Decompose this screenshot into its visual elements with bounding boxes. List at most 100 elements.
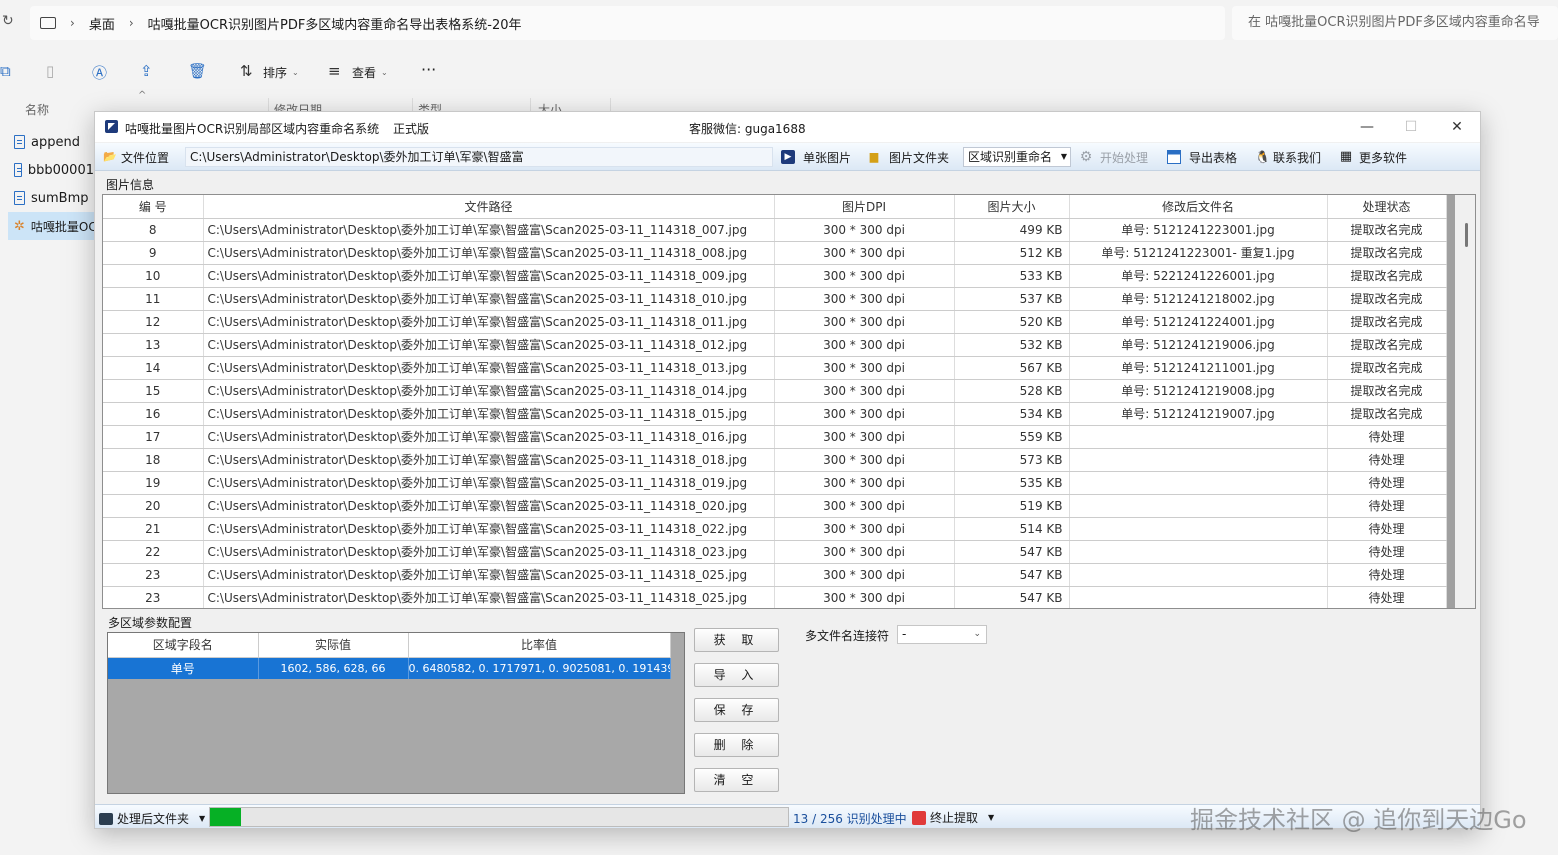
- file-size-cell[interactable]: 499 KB: [954, 218, 1070, 242]
- file-size-cell[interactable]: 559 KB: [954, 425, 1070, 449]
- file-size-cell[interactable]: 537 KB: [954, 287, 1070, 311]
- new-name-cell[interactable]: [1069, 517, 1328, 541]
- minimize-button[interactable]: —: [1349, 116, 1385, 138]
- table-row[interactable]: 12 C:\Users\Administrator\Desktop\委外加工订单\…: [103, 310, 1447, 334]
- dpi-cell[interactable]: 300 * 300 dpi: [774, 517, 955, 541]
- status-cell[interactable]: 待处理: [1327, 425, 1447, 449]
- file-size-cell[interactable]: 528 KB: [954, 379, 1070, 403]
- file-path-cell[interactable]: C:\Users\Administrator\Desktop\委外加工订单\军豪…: [203, 517, 775, 541]
- new-name-cell[interactable]: [1069, 540, 1328, 564]
- fetch-button[interactable]: 获 取: [694, 628, 779, 652]
- new-name-cell[interactable]: 单号: 5121241223001.jpg: [1069, 218, 1328, 242]
- dpi-cell[interactable]: 300 * 300 dpi: [774, 218, 955, 242]
- breadcrumb-desktop[interactable]: 桌面: [89, 14, 115, 33]
- file-path-cell[interactable]: C:\Users\Administrator\Desktop\委外加工订单\军豪…: [203, 379, 775, 403]
- status-cell[interactable]: 提取改名完成: [1327, 264, 1447, 288]
- delete-icon[interactable]: 🗑: [188, 62, 207, 80]
- file-size-cell[interactable]: 520 KB: [954, 310, 1070, 334]
- sort-button[interactable]: 排序: [263, 64, 287, 81]
- status-cell[interactable]: 提取改名完成: [1327, 356, 1447, 380]
- table-row[interactable]: 8 C:\Users\Administrator\Desktop\委外加工订单\军…: [103, 218, 1447, 242]
- start-processing-button[interactable]: ⚙ 开始处理: [1079, 148, 1148, 166]
- file-size-cell[interactable]: 519 KB: [954, 494, 1070, 518]
- dpi-cell[interactable]: 300 * 300 dpi: [774, 310, 955, 334]
- path-input[interactable]: C:\Users\Administrator\Desktop\委外加工订单\军豪…: [185, 147, 773, 167]
- table-row[interactable]: 14 C:\Users\Administrator\Desktop\委外加工订单\…: [103, 356, 1447, 380]
- copy-icon[interactable]: ⧉: [0, 62, 11, 80]
- scrollbar-thumb[interactable]: [1465, 223, 1468, 247]
- status-cell[interactable]: 待处理: [1327, 563, 1447, 587]
- output-folder-button[interactable]: 处理后文件夹 ▼: [99, 810, 205, 827]
- clear-button[interactable]: 清 空: [694, 768, 779, 792]
- more-options-button[interactable]: ···: [421, 60, 436, 79]
- scrollbar-track[interactable]: [1447, 195, 1455, 608]
- file-path-cell[interactable]: C:\Users\Administrator\Desktop\委外加工订单\军豪…: [203, 494, 775, 518]
- new-name-cell[interactable]: 单号: 5121241223001- 重复1.jpg: [1069, 241, 1328, 265]
- sort-icon[interactable]: ⇅: [240, 62, 253, 80]
- row-number-cell[interactable]: 9: [103, 241, 204, 265]
- file-path-cell[interactable]: C:\Users\Administrator\Desktop\委外加工订单\军豪…: [203, 471, 775, 495]
- new-name-cell[interactable]: [1069, 448, 1328, 472]
- region-table[interactable]: 区域字段名 实际值 比率值 单号 1602, 586, 628, 66 0. 6…: [107, 632, 685, 794]
- paste-icon[interactable]: ▯: [46, 62, 54, 80]
- table-row[interactable]: 17 C:\Users\Administrator\Desktop\委外加工订单\…: [103, 425, 1447, 449]
- file-path-cell[interactable]: C:\Users\Administrator\Desktop\委外加工订单\军豪…: [203, 287, 775, 311]
- list-item[interactable]: bbb00001: [0, 156, 94, 184]
- new-name-cell[interactable]: 单号: 5121241219007.jpg: [1069, 402, 1328, 426]
- new-name-cell[interactable]: 单号: 5121241211001.jpg: [1069, 356, 1328, 380]
- status-cell[interactable]: 待处理: [1327, 517, 1447, 541]
- more-software-button[interactable]: ▦ 更多软件: [1339, 148, 1407, 166]
- column-header-path[interactable]: 文件路径: [203, 195, 775, 219]
- column-name[interactable]: 名称: [25, 101, 49, 118]
- close-button[interactable]: ✕: [1439, 116, 1475, 138]
- file-size-cell[interactable]: 547 KB: [954, 586, 1070, 608]
- dpi-cell[interactable]: 300 * 300 dpi: [774, 287, 955, 311]
- file-size-cell[interactable]: 547 KB: [954, 540, 1070, 564]
- refresh-icon[interactable]: ↻: [2, 13, 14, 29]
- dpi-cell[interactable]: 300 * 300 dpi: [774, 494, 955, 518]
- mode-select[interactable]: 区域识别重命名 ▼: [963, 147, 1071, 167]
- dpi-cell[interactable]: 300 * 300 dpi: [774, 402, 955, 426]
- row-number-cell[interactable]: 23: [103, 586, 204, 608]
- share-icon[interactable]: ⇪: [140, 62, 153, 80]
- new-name-cell[interactable]: 单号: 5121241218002.jpg: [1069, 287, 1328, 311]
- dpi-cell[interactable]: 300 * 300 dpi: [774, 563, 955, 587]
- new-name-cell[interactable]: 单号: 5121241224001.jpg: [1069, 310, 1328, 334]
- column-header-dpi[interactable]: 图片DPI: [774, 195, 955, 219]
- connector-select[interactable]: - ⌄: [897, 625, 987, 644]
- export-table-button[interactable]: 导出表格: [1167, 148, 1237, 166]
- region-ratio-cell[interactable]: 0. 6480582, 0. 1717971, 0. 9025081, 0. 1…: [408, 657, 671, 679]
- row-number-cell[interactable]: 8: [103, 218, 204, 242]
- column-header-size[interactable]: 图片大小: [954, 195, 1070, 219]
- column-header-actual[interactable]: 实际值: [258, 633, 409, 658]
- file-size-cell[interactable]: 532 KB: [954, 333, 1070, 357]
- dpi-cell[interactable]: 300 * 300 dpi: [774, 333, 955, 357]
- import-button[interactable]: 导 入: [694, 663, 779, 687]
- row-number-cell[interactable]: 15: [103, 379, 204, 403]
- new-name-cell[interactable]: [1069, 471, 1328, 495]
- status-cell[interactable]: 待处理: [1327, 471, 1447, 495]
- row-number-cell[interactable]: 23: [103, 563, 204, 587]
- file-path-cell[interactable]: C:\Users\Administrator\Desktop\委外加工订单\军豪…: [203, 586, 775, 608]
- table-row[interactable]: 10 C:\Users\Administrator\Desktop\委外加工订单\…: [103, 264, 1447, 288]
- row-number-cell[interactable]: 10: [103, 264, 204, 288]
- file-path-cell[interactable]: C:\Users\Administrator\Desktop\委外加工订单\军豪…: [203, 218, 775, 242]
- file-path-cell[interactable]: C:\Users\Administrator\Desktop\委外加工订单\军豪…: [203, 448, 775, 472]
- new-name-cell[interactable]: [1069, 494, 1328, 518]
- file-path-cell[interactable]: C:\Users\Administrator\Desktop\委外加工订单\军豪…: [203, 310, 775, 334]
- dpi-cell[interactable]: 300 * 300 dpi: [774, 540, 955, 564]
- row-number-cell[interactable]: 13: [103, 333, 204, 357]
- column-header-field[interactable]: 区域字段名: [108, 633, 259, 658]
- region-actual-cell[interactable]: 1602, 586, 628, 66: [258, 657, 409, 679]
- search-input[interactable]: 在 咕嘎批量OCR识别图片PDF多区域内容重命名导: [1232, 6, 1558, 40]
- table-row[interactable]: 19 C:\Users\Administrator\Desktop\委外加工订单\…: [103, 471, 1447, 495]
- row-number-cell[interactable]: 12: [103, 310, 204, 334]
- save-button[interactable]: 保 存: [694, 698, 779, 722]
- image-folder-button[interactable]: ▆ 图片文件夹: [867, 148, 949, 166]
- view-button[interactable]: 查看: [352, 64, 376, 81]
- table-row[interactable]: 9 C:\Users\Administrator\Desktop\委外加工订单\军…: [103, 241, 1447, 265]
- file-path-cell[interactable]: C:\Users\Administrator\Desktop\委外加工订单\军豪…: [203, 241, 775, 265]
- maximize-button[interactable]: ☐: [1393, 116, 1429, 138]
- rename-icon[interactable]: Ⓐ: [92, 62, 107, 83]
- new-name-cell[interactable]: 单号: 5221241226001.jpg: [1069, 264, 1328, 288]
